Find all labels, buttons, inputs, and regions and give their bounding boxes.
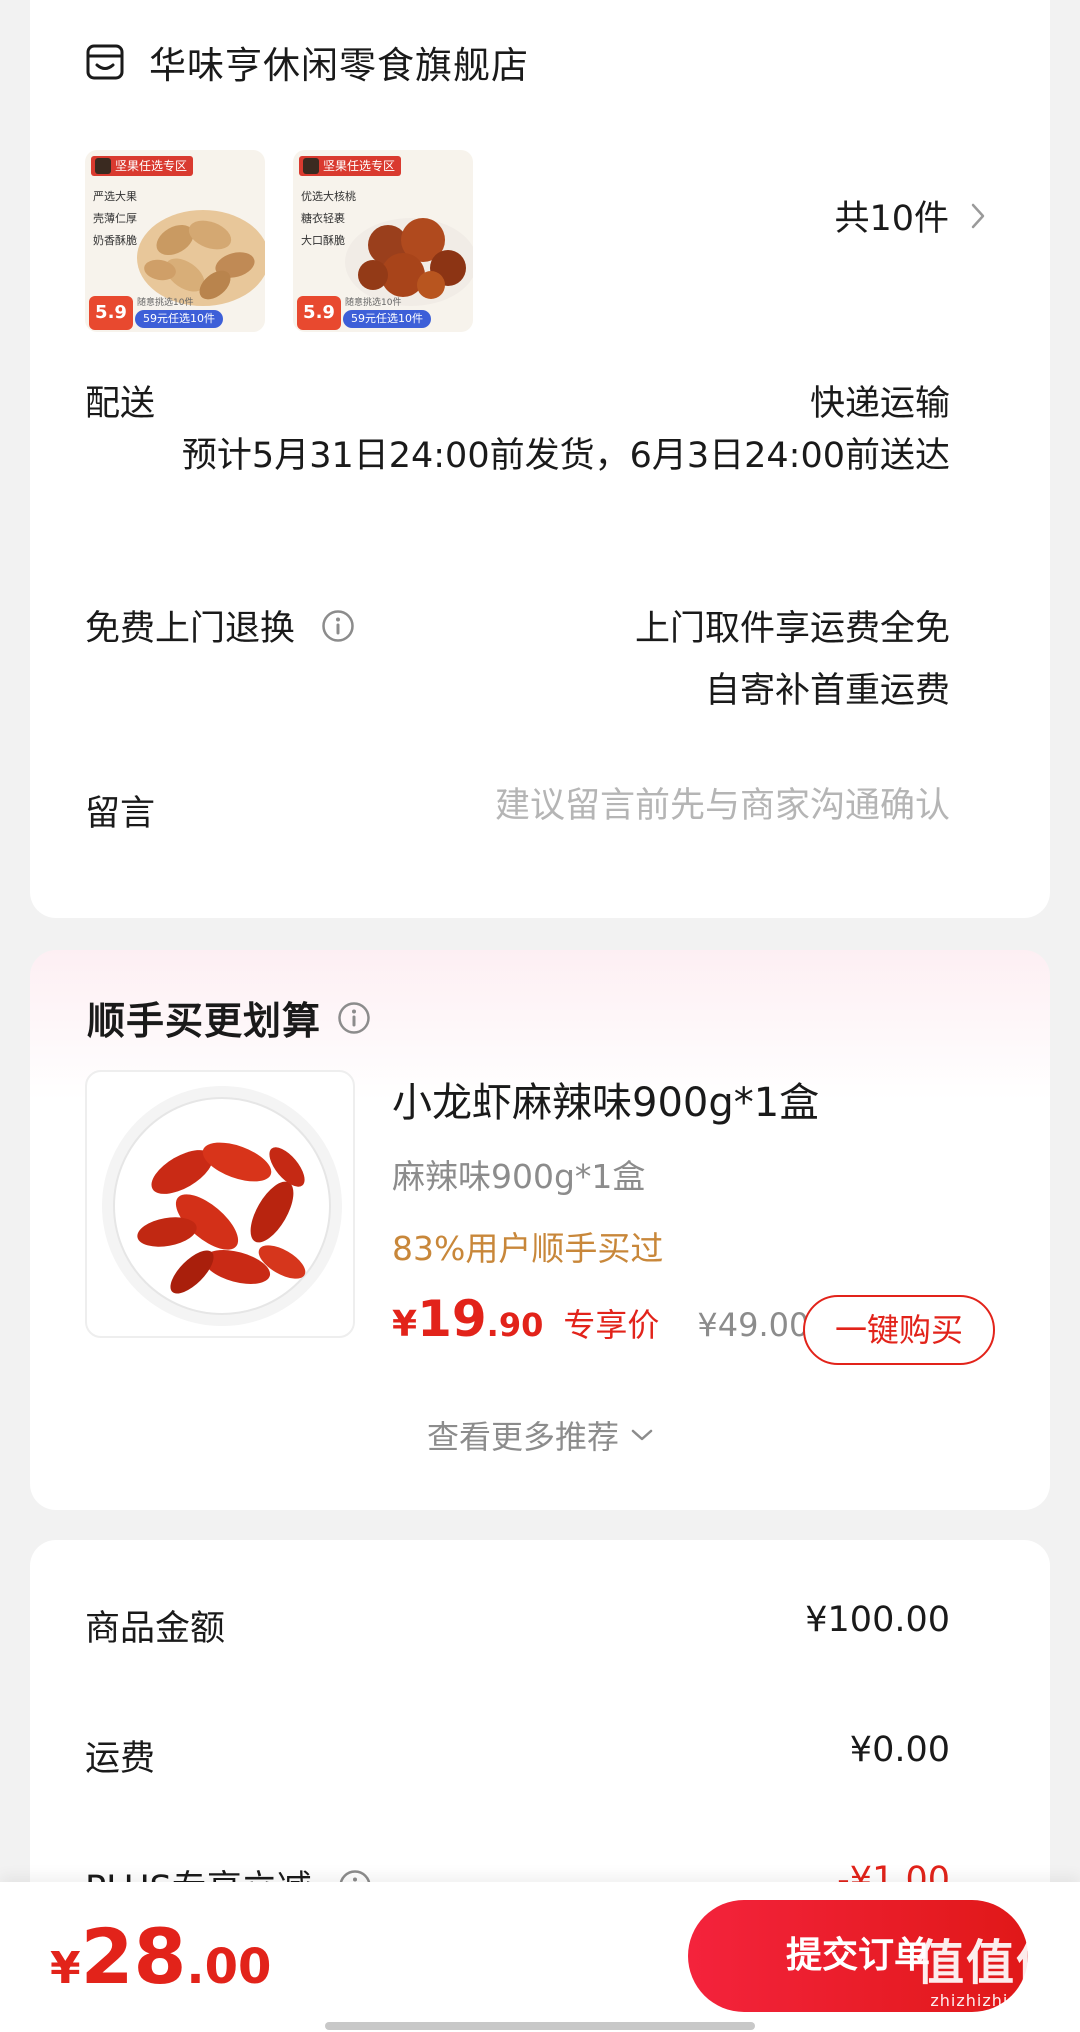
site-watermark: 值值值 zhizhizhi.com [916, 1935, 1066, 2010]
total-decimal: .00 [186, 1939, 272, 1995]
thumb-price-badge: 5.9 [89, 296, 133, 330]
thumb-tag: 坚果任选专区 [299, 156, 402, 176]
thumb-sub-note: 随意挑选10件 [345, 298, 402, 308]
chevron-down-icon [631, 1429, 653, 1441]
info-icon[interactable] [321, 609, 355, 643]
see-more-recommendations[interactable]: 查看更多推荐 [30, 1412, 1050, 1458]
product-thumb-almond[interactable]: 坚果任选专区 严选大果 壳薄仁厚 奶香酥脆 随意挑选10件 5.9 59元任选1… [85, 150, 265, 332]
upsell-card: 顺手买更划算 小龙虾麻辣味900g*1盒 麻辣味900g*1盒 83%用户顺手买… [30, 950, 1050, 1510]
price-decimal: .90 [486, 1306, 544, 1344]
total-price: ¥ 28 .00 [50, 1912, 271, 2001]
walnut-image [345, 218, 473, 306]
return-pickup-note: 上门取件享运费全免 [634, 609, 950, 649]
delivery-type[interactable]: 快递运输 [810, 375, 950, 426]
store-order-card: 华味亨休闲零食旗舰店 坚果任选专区 严选大果 壳薄仁厚 奶香酥脆 随意挑选10件… [30, 0, 1050, 918]
message-label: 留言 [85, 794, 156, 834]
return-label: 免费上门退换 [85, 609, 296, 649]
total-integer: 28 [80, 1912, 187, 2001]
thumb-deal-label: 59元任选10件 [135, 310, 223, 328]
item-count: 共10件 [834, 199, 949, 239]
shipping-fee-value: ¥0.00 [849, 1730, 950, 1770]
item-count-link[interactable]: 共10件 [834, 190, 985, 241]
thumb-sub-note: 随意挑选10件 [137, 298, 194, 308]
store-header[interactable]: 华味亨休闲零食旗舰店 [85, 35, 529, 89]
almond-image [137, 210, 265, 306]
watermark-url: zhizhizhi.com [930, 1991, 1052, 2010]
thumb-tag: 坚果任选专区 [91, 156, 194, 176]
info-icon[interactable] [337, 1001, 371, 1035]
one-click-buy-button[interactable]: 一键购买 [803, 1295, 995, 1365]
total-currency: ¥ [50, 1943, 81, 1994]
see-more-label: 查看更多推荐 [426, 1418, 619, 1456]
thumb-price-badge: 5.9 [297, 296, 341, 330]
upsell-product-spec: 麻辣味900g*1盒 [392, 1157, 646, 1196]
upsell-price-row: ¥ 19 .90 专享价 ¥49.00 [392, 1290, 809, 1348]
message-input[interactable] [390, 780, 950, 832]
store-name: 华味亨休闲零食旗舰店 [149, 44, 529, 87]
chevron-right-icon [971, 203, 985, 228]
delivery-label: 配送 [85, 384, 156, 424]
store-icon [86, 44, 124, 80]
home-indicator[interactable] [325, 2022, 755, 2030]
product-thumbnails[interactable]: 坚果任选专区 严选大果 壳薄仁厚 奶香酥脆 随意挑选10件 5.9 59元任选1… [85, 150, 473, 332]
product-thumb-walnut[interactable]: 坚果任选专区 优选大核桃 糖衣轻裹 大口酥脆 随意挑选10件 5.9 59元任选… [293, 150, 473, 332]
crayfish-plate-image [102, 1086, 342, 1326]
upsell-header: 顺手买更划算 [87, 990, 371, 1045]
price-currency: ¥ [392, 1304, 418, 1345]
upsell-title: 顺手买更划算 [87, 999, 322, 1043]
delivery-eta: 预计5月31日24:00前发货，6月3日24:00前送达 [181, 436, 950, 476]
order-confirm-page: 华味亨休闲零食旗舰店 坚果任选专区 严选大果 壳薄仁厚 奶香酥脆 随意挑选10件… [0, 0, 1080, 2032]
crayfish-image[interactable] [85, 1070, 355, 1338]
thumb-deal-label: 59元任选10件 [343, 310, 431, 328]
upsell-product-name[interactable]: 小龙虾麻辣味900g*1盒 [392, 1070, 819, 1128]
return-service-row: 免费上门退换 [85, 600, 355, 651]
original-price: ¥49.00 [697, 1306, 810, 1344]
price-integer: 19 [417, 1290, 487, 1348]
watermark-logo: 值值值 [915, 1935, 1066, 1991]
exclusive-price-tag: 专享价 [563, 1306, 660, 1344]
goods-amount-value: ¥100.00 [805, 1600, 950, 1640]
upsell-social-proof: 83%用户顺手买过 [392, 1229, 664, 1268]
goods-amount-label: 商品金额 [85, 1609, 226, 1649]
shipping-fee-label: 运费 [85, 1739, 156, 1779]
return-self-ship-note: 自寄补首重运费 [704, 671, 950, 711]
